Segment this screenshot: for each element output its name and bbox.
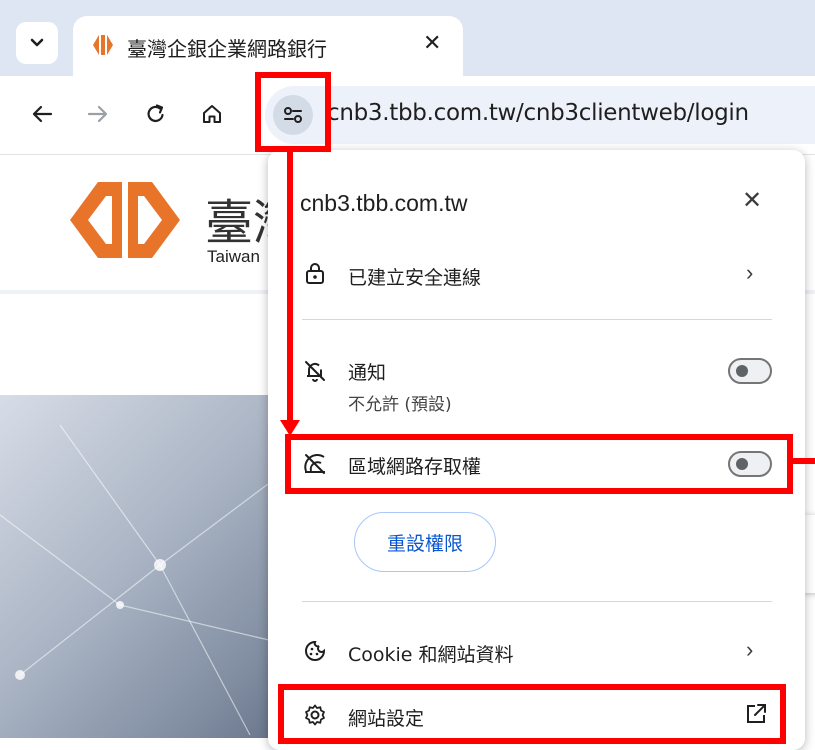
bank-logo-icon [70,182,180,258]
reload-icon [147,104,164,122]
reload-button[interactable] [136,94,176,134]
chevron-down-icon [30,38,44,47]
tab-active[interactable]: 臺灣企銀企業網路銀行 ✕ [73,16,463,76]
address-bar[interactable]: cnb3.tbb.com.tw/cnb3clientweb/login [265,86,815,144]
home-icon [203,105,221,123]
arrow-right-icon [87,105,108,123]
home-button[interactable] [192,94,232,134]
annotation-connector-line [793,458,815,464]
notifications-off-icon [302,358,328,384]
row-cookies[interactable]: Cookie 和網站資料 › [268,632,805,672]
highlight-site-info-button [255,72,331,152]
notifications-toggle[interactable] [728,358,772,384]
tab-close-icon[interactable]: ✕ [423,30,441,56]
network-lines-decoration [0,424,291,736]
divider [302,319,772,320]
cookie-icon [302,638,328,664]
annotation-arrow-line [287,152,293,427]
popup-domain: cnb3.tbb.com.tw [300,190,468,216]
forward-button[interactable] [78,94,118,134]
hero-image [0,395,300,738]
divider [302,601,772,602]
lock-icon [302,260,328,286]
tab-strip: 臺灣企銀企業網路銀行 ✕ [0,0,815,76]
back-button[interactable] [22,94,62,134]
highlight-local-network-row [285,434,793,494]
tab-title: 臺灣企銀企業網路銀行 [127,37,327,61]
chevron-right-icon: › [746,260,754,285]
highlight-site-settings-row [278,684,786,744]
browser-toolbar: cnb3.tbb.com.tw/cnb3clientweb/login [0,76,815,155]
row-secure-connection[interactable]: 已建立安全連線 › [268,254,805,296]
notifications-status: 不允許 (預設) [348,395,452,415]
bank-logo-favicon-icon [93,35,113,55]
secure-connection-label: 已建立安全連線 [348,267,482,289]
cookies-label: Cookie 和網站資料 [348,644,514,666]
page-bank-name-en: Taiwan [207,247,260,266]
reset-permissions-button[interactable]: 重設權限 [354,512,496,572]
popup-close-icon[interactable]: ✕ [742,186,762,215]
arrow-left-icon [32,105,53,123]
toggle-knob [736,365,748,377]
notifications-label: 通知 [348,362,387,384]
url-text[interactable]: cnb3.tbb.com.tw/cnb3clientweb/login [327,100,749,126]
row-notifications: 通知 不允許 (預設) [268,350,805,420]
chevron-right-icon: › [746,637,754,662]
tab-search-button[interactable] [16,22,58,64]
